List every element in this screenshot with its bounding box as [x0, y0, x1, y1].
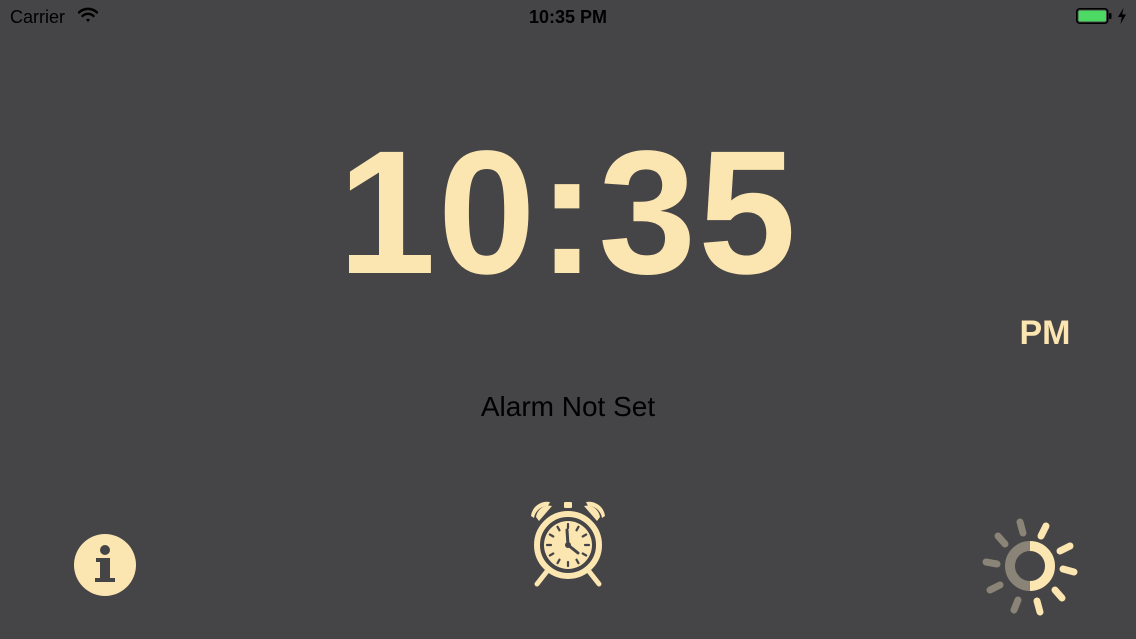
info-button[interactable]	[73, 533, 137, 597]
alarm-clock-icon	[531, 501, 605, 587]
charging-bolt-icon	[1118, 8, 1126, 24]
alarm-button[interactable]	[522, 496, 614, 588]
battery-icon	[1076, 8, 1112, 24]
alarm-status-label: Alarm Not Set	[480, 391, 656, 422]
status-bar: Carrier 10:35 PM	[0, 0, 1136, 34]
am-pm-indicator: PM	[1019, 314, 1071, 352]
info-icon	[74, 534, 136, 596]
status-time: 10:35 PM	[528, 7, 608, 27]
brightness-icon	[982, 518, 1078, 616]
brightness-button[interactable]	[978, 514, 1082, 618]
clock-time: 10:35	[337, 115, 799, 311]
